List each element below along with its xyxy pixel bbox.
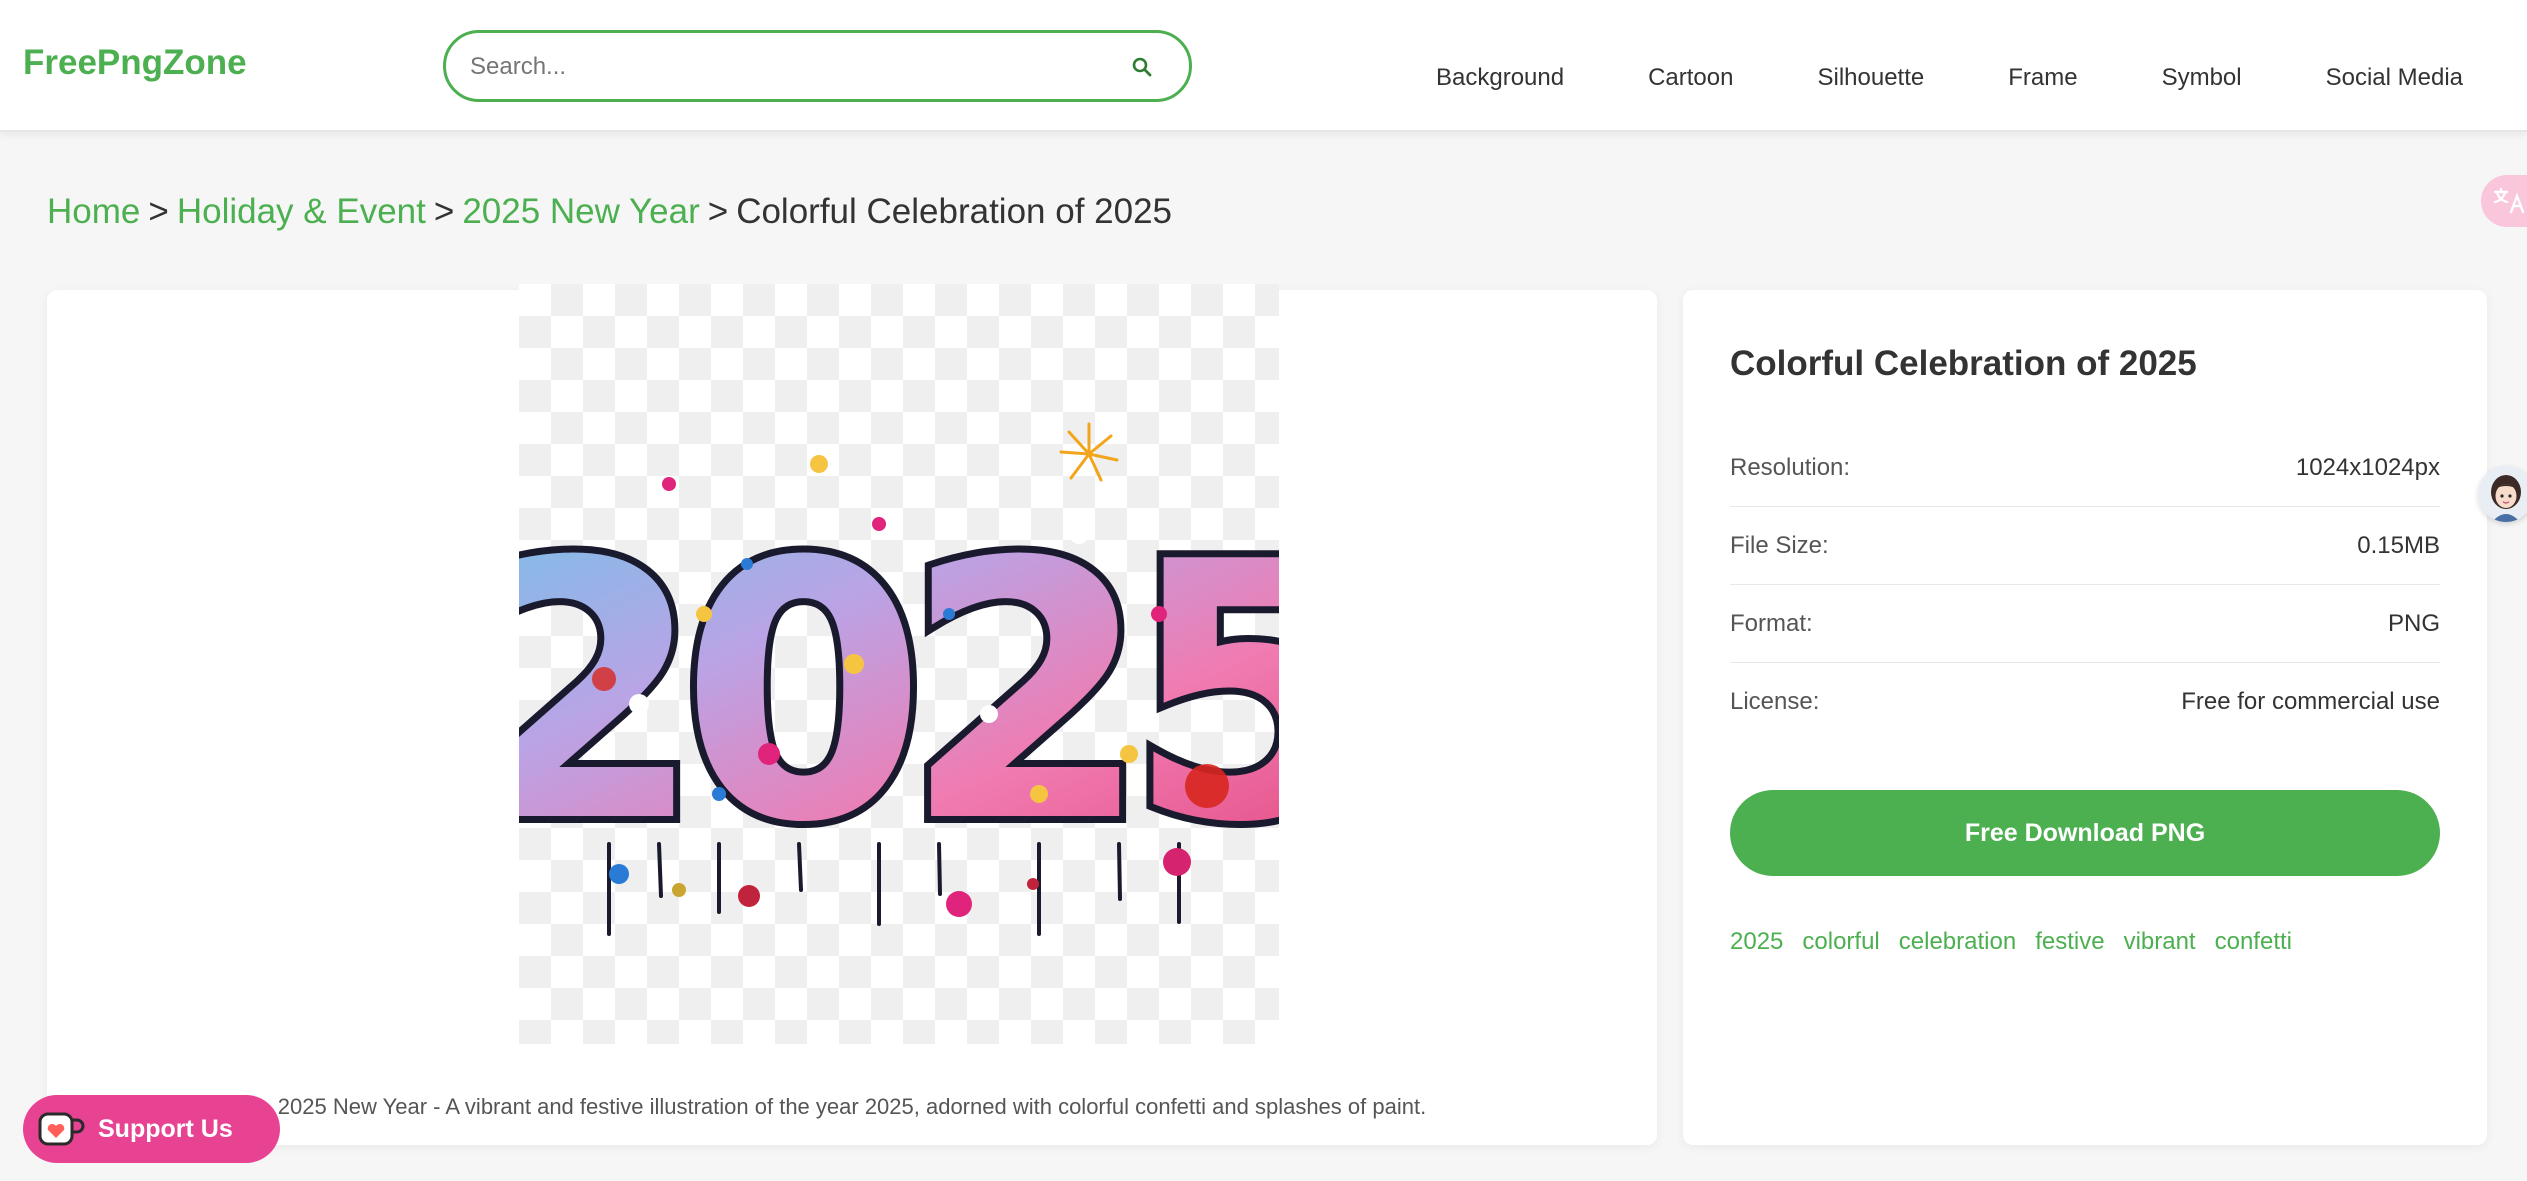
image-caption: 2025 New Year - A vibrant and festive il… — [277, 1094, 1427, 1119]
search-button[interactable] — [1124, 49, 1160, 85]
info-card: Colorful Celebration of 2025 Resolution:… — [1683, 290, 2487, 1145]
breadcrumb-home[interactable]: Home — [47, 192, 140, 231]
breadcrumb-separator: > — [148, 192, 169, 231]
detail-value: Free for commercial use — [2181, 688, 2440, 715]
png-preview[interactable]: 2025 — [450, 284, 1384, 1044]
tag-link[interactable]: festive — [2035, 928, 2104, 956]
assistant-avatar[interactable] — [2478, 466, 2527, 522]
site-logo[interactable]: FreePngZone — [23, 42, 247, 84]
support-us-label: Support Us — [98, 1114, 233, 1143]
site-header: FreePngZone Background Cartoon Silhouett… — [0, 0, 2527, 132]
tag-link[interactable]: colorful — [1802, 928, 1879, 956]
main-nav: Background Cartoon Silhouette Frame Symb… — [1436, 60, 2463, 96]
preview-image: 2025 — [450, 422, 1384, 936]
translate-widget[interactable] — [2481, 175, 2527, 227]
nav-link-silhouette[interactable]: Silhouette — [1817, 64, 1924, 92]
download-button[interactable]: Free Download PNG — [1730, 790, 2440, 876]
details-list: Resolution: 1024x1024px File Size: 0.15M… — [1730, 429, 2440, 741]
breadcrumb-2025-new-year[interactable]: 2025 New Year — [462, 192, 699, 231]
tag-link[interactable]: celebration — [1899, 928, 2016, 956]
coffee-cup-icon — [32, 1101, 88, 1157]
nav-link-frame[interactable]: Frame — [2008, 64, 2077, 92]
image-card: 2025 2025 New Year - A vibrant and festi… — [47, 284, 1657, 1145]
avatar-icon — [2478, 466, 2527, 522]
breadcrumb-separator: > — [707, 192, 729, 231]
search-icon — [1132, 57, 1152, 77]
tag-link[interactable]: vibrant — [2124, 928, 2196, 956]
detail-value: 1024x1024px — [2295, 453, 2440, 481]
detail-value: 0.15MB — [2357, 531, 2440, 559]
detail-row-file-size: File Size: 0.15MB — [1730, 507, 2440, 585]
detail-row-license: License: Free for commercial use — [1730, 663, 2440, 741]
detail-value: PNG — [2387, 609, 2440, 637]
detail-label: File Size: — [1730, 531, 1829, 559]
tag-link[interactable]: 2025 — [1730, 928, 1783, 956]
image-title: Colorful Celebration of 2025 — [1730, 344, 2197, 383]
search-bar — [443, 30, 1192, 102]
support-us-button[interactable]: Support Us — [23, 1095, 280, 1163]
detail-label: License: — [1730, 688, 1820, 715]
tag-link[interactable]: confetti — [2215, 928, 2292, 956]
nav-link-social-media[interactable]: Social Media — [2326, 64, 2463, 92]
nav-link-background[interactable]: Background — [1436, 64, 1564, 92]
detail-label: Format: — [1730, 609, 1813, 637]
search-input[interactable] — [470, 47, 1110, 87]
breadcrumb-current: Colorful Celebration of 2025 — [736, 192, 1173, 231]
detail-row-format: Format: PNG — [1730, 585, 2440, 663]
nav-link-cartoon[interactable]: Cartoon — [1648, 64, 1733, 92]
detail-label: Resolution: — [1730, 453, 1851, 481]
translate-icon — [2493, 187, 2525, 214]
preview-numerals: 2025 — [519, 486, 1279, 900]
breadcrumb-holiday-event[interactable]: Holiday & Event — [177, 192, 426, 231]
detail-row-resolution: Resolution: 1024x1024px — [1730, 429, 2440, 507]
breadcrumb: Home > Holiday & Event >2025 New Year > Color… — [47, 190, 1172, 234]
breadcrumb-separator: > — [433, 192, 455, 231]
tag-list: 2025 colorful celebration festive vibran… — [1730, 928, 2311, 956]
nav-link-symbol[interactable]: Symbol — [2162, 64, 2242, 92]
